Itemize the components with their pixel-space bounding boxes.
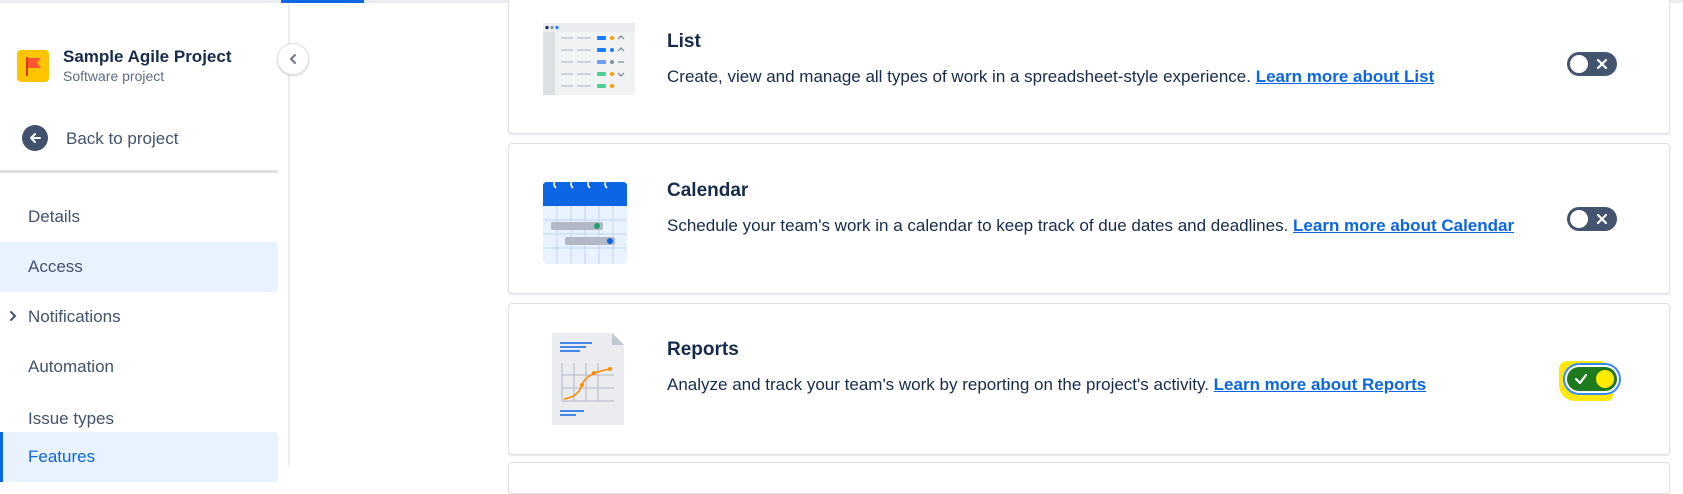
sidebar-item-details[interactable]: Details [0,192,278,242]
reports-feature-toggle[interactable] [1567,367,1617,391]
project-type: Software project [63,68,165,84]
project-settings-sidebar: Sample Agile Project Software project Ba… [0,3,288,482]
sidebar-item-label: Notifications [28,307,121,326]
project-name[interactable]: Sample Agile Project [63,47,231,67]
feature-description-text: Analyze and track your team's work by re… [667,375,1209,394]
feature-card-list: List Create, view and manage all types o… [508,0,1670,134]
sidebar-item-access[interactable]: Access [0,242,278,292]
feature-title: Calendar [667,180,749,201]
close-icon [1596,58,1608,70]
sidebar-divider [0,170,278,173]
sidebar-item-label: Details [28,207,80,226]
sidebar-item-notifications[interactable]: Notifications [0,292,278,342]
check-icon [1574,373,1588,385]
feature-description: Analyze and track your team's work by re… [667,375,1426,395]
chevron-left-icon [289,54,296,64]
feature-card-reports: Reports Analyze and track your team's wo… [508,303,1670,455]
feature-description-text: Schedule your team's work in a calendar … [667,216,1289,235]
toggle-knob [1570,210,1588,228]
learn-more-reports-link[interactable]: Learn more about Reports [1214,375,1427,394]
learn-more-calendar-link[interactable]: Learn more about Calendar [1293,216,1514,235]
sidebar-item-label: Issue types [28,409,114,428]
list-feature-toggle[interactable] [1567,52,1617,76]
calendar-illustration-icon [543,180,627,264]
project-avatar [17,50,49,82]
toggle-knob [1596,370,1614,388]
flag-icon [26,57,41,76]
toggle-knob [1570,55,1588,73]
feature-title: List [667,31,701,52]
feature-description-text: Create, view and manage all types of wor… [667,67,1251,86]
list-illustration-icon [543,23,635,95]
sidebar-item-label: Access [28,257,83,276]
feature-description: Create, view and manage all types of wor… [667,67,1434,87]
back-to-project-icon[interactable] [22,125,48,151]
calendar-feature-toggle[interactable] [1567,207,1617,231]
collapse-sidebar-button[interactable] [277,43,309,75]
feature-description: Schedule your team's work in a calendar … [667,216,1514,236]
feature-card-next [508,462,1670,494]
close-icon [1596,213,1608,225]
back-to-project-link[interactable]: Back to project [66,129,178,149]
feature-card-calendar: Calendar Schedule your team's work in a … [508,143,1670,294]
reports-illustration-icon [552,333,624,425]
sidebar-active-indicator [0,432,3,482]
sidebar-item-label: Automation [28,357,114,376]
sidebar-item-label: Features [28,447,96,466]
chevron-right-icon[interactable] [8,310,18,322]
arrow-left-icon [30,133,41,143]
sidebar-item-features[interactable]: Features [0,432,278,482]
top-tab-indicator [281,0,364,3]
sidebar-item-automation[interactable]: Automation [0,342,278,392]
learn-more-list-link[interactable]: Learn more about List [1256,67,1435,86]
feature-title: Reports [667,339,739,360]
